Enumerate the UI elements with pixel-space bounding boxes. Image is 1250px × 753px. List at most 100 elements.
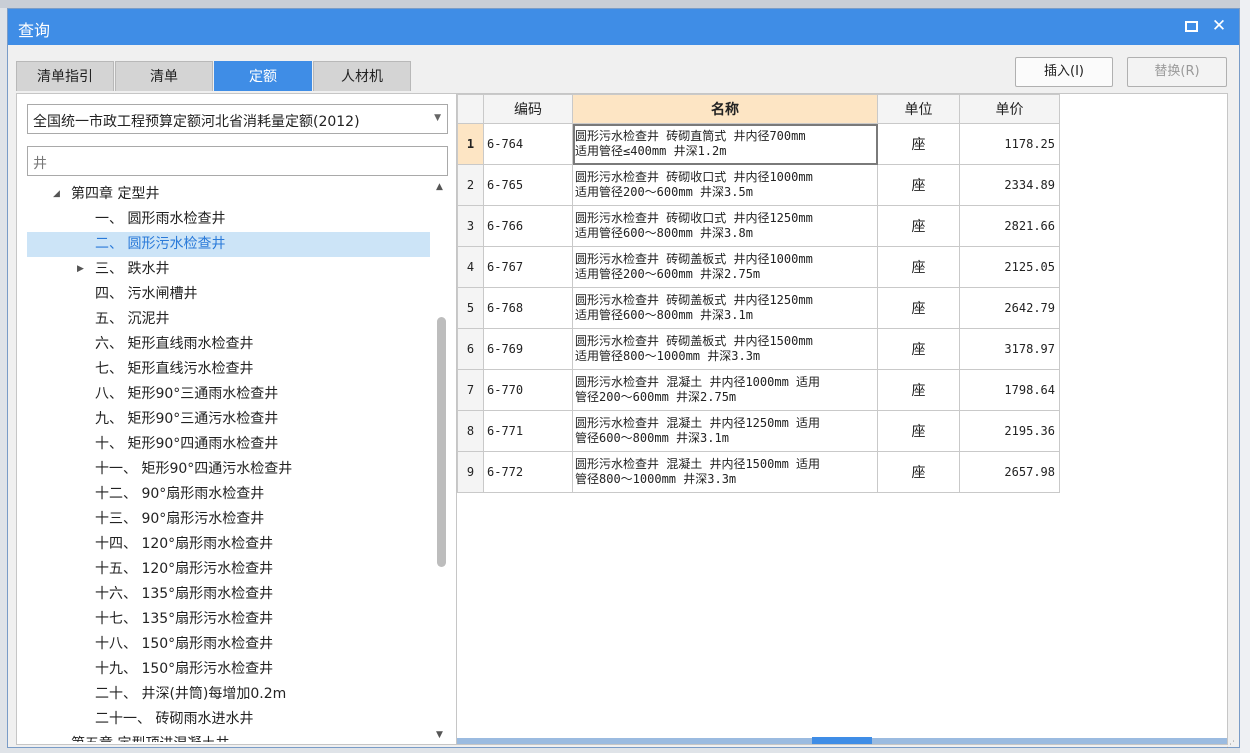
header-price[interactable]: 单价 — [959, 94, 1060, 124]
tree-item[interactable]: 二十、 井深(井筒)每增加0.2m — [27, 682, 430, 707]
header-name[interactable]: 名称 — [572, 94, 878, 124]
cell-price[interactable]: 2195.36 — [959, 410, 1060, 452]
tree-item[interactable]: 九、 矩形90°三通污水检查井 — [27, 407, 430, 432]
tree-item[interactable]: 四、 污水闸槽井 — [27, 282, 430, 307]
cell-name[interactable]: 圆形污水检查井 砖砌收口式 井内径1000mm 适用管径200～600mm 井深3… — [572, 164, 878, 206]
cell-price[interactable]: 2821.66 — [959, 205, 1060, 247]
cell-unit[interactable]: 座 — [877, 164, 960, 206]
tab-quota[interactable]: 定额 — [214, 61, 312, 91]
cell-unit[interactable]: 座 — [877, 123, 960, 165]
cell-name[interactable]: 圆形污水检查井 混凝土 井内径1000mm 适用 管径200～600mm 井深2.… — [572, 369, 878, 411]
resize-grip-icon[interactable]: ⋰ — [1226, 740, 1236, 750]
grid-horizontal-bar[interactable] — [457, 737, 1227, 744]
cell-price[interactable]: 2642.79 — [959, 287, 1060, 329]
table-row[interactable]: 1 6-764 圆形污水检查井 砖砌直筒式 井内径700mm 适用管径≤400mm 井… — [457, 123, 1060, 165]
cell-name[interactable]: 圆形污水检查井 砖砌直筒式 井内径700mm 适用管径≤400mm 井深1.2m — [572, 123, 878, 165]
cell-code[interactable]: 6-764 — [483, 123, 573, 165]
tree-item[interactable]: 十九、 150°扇形污水检查井 — [27, 657, 430, 682]
replace-button[interactable]: 替换(R) — [1127, 57, 1227, 87]
cell-code[interactable]: 6-765 — [483, 164, 573, 206]
tree-item[interactable]: ◢ 第四章 定型井 — [27, 182, 430, 207]
cell-unit[interactable]: 座 — [877, 287, 960, 329]
tree-item[interactable]: 八、 矩形90°三通雨水检查井 — [27, 382, 430, 407]
table-row[interactable]: 8 6-771 圆形污水检查井 混凝土 井内径1250mm 适用 管径600～800m… — [457, 410, 1060, 452]
tree-item[interactable]: 五、 沉泥井 — [27, 307, 430, 332]
cell-name[interactable]: 圆形污水检查井 混凝土 井内径1500mm 适用 管径800～1000mm 井深3… — [572, 451, 878, 493]
cell-code[interactable]: 6-770 — [483, 369, 573, 411]
chevron-down-icon[interactable]: ▼ — [434, 113, 441, 123]
library-select[interactable]: 全国统一市政工程预算定额河北省消耗量定额(2012) ▼ — [27, 104, 448, 134]
tree-item[interactable]: ▶ 三、 跌水井 — [27, 257, 430, 282]
table-row[interactable]: 5 6-768 圆形污水检查井 砖砌盖板式 井内径1250mm 适用管径600～800… — [457, 287, 1060, 329]
triangle-down-icon[interactable]: ◢ — [53, 182, 60, 207]
row-index[interactable]: 4 — [457, 246, 484, 288]
row-index[interactable]: 1 — [457, 123, 484, 165]
cell-name[interactable]: 圆形污水检查井 砖砌收口式 井内径1250mm 适用管径600～800mm 井深3… — [572, 205, 878, 247]
tree-item[interactable]: 十八、 150°扇形雨水检查井 — [27, 632, 430, 657]
cell-name[interactable]: 圆形污水检查井 砖砌盖板式 井内径1000mm 适用管径200～600mm 井深2… — [572, 246, 878, 288]
maximize-icon[interactable] — [1180, 15, 1202, 37]
tree-item[interactable]: 一、 圆形雨水检查井 — [27, 207, 430, 232]
cell-code[interactable]: 6-769 — [483, 328, 573, 370]
table-row[interactable]: 3 6-766 圆形污水检查井 砖砌收口式 井内径1250mm 适用管径600～800… — [457, 205, 1060, 247]
tree-item[interactable]: 十五、 120°扇形污水检查井 — [27, 557, 430, 582]
cell-code[interactable]: 6-768 — [483, 287, 573, 329]
row-index[interactable]: 3 — [457, 205, 484, 247]
cell-unit[interactable]: 座 — [877, 410, 960, 452]
row-index[interactable]: 5 — [457, 287, 484, 329]
cell-price[interactable]: 3178.97 — [959, 328, 1060, 370]
search-input[interactable]: 井 — [27, 146, 448, 176]
tree-item[interactable]: 十二、 90°扇形雨水检查井 — [27, 482, 430, 507]
row-index[interactable]: 7 — [457, 369, 484, 411]
cell-price[interactable]: 1798.64 — [959, 369, 1060, 411]
insert-button[interactable]: 插入(I) — [1015, 57, 1113, 87]
tree-item[interactable]: 十七、 135°扇形污水检查井 — [27, 607, 430, 632]
table-row[interactable]: 2 6-765 圆形污水检查井 砖砌收口式 井内径1000mm 适用管径200～600… — [457, 164, 1060, 206]
tree-item[interactable]: 十三、 90°扇形污水检查井 — [27, 507, 430, 532]
header-unit[interactable]: 单位 — [877, 94, 960, 124]
table-row[interactable]: 6 6-769 圆形污水检查井 砖砌盖板式 井内径1500mm 适用管径800～100… — [457, 328, 1060, 370]
cell-code[interactable]: 6-766 — [483, 205, 573, 247]
tree-item[interactable]: 第五章 定型顶进混凝土井 — [27, 732, 430, 742]
row-index[interactable]: 2 — [457, 164, 484, 206]
row-index[interactable]: 6 — [457, 328, 484, 370]
cell-name[interactable]: 圆形污水检查井 砖砌盖板式 井内径1500mm 适用管径800～1000mm 井深… — [572, 328, 878, 370]
header-code[interactable]: 编码 — [483, 94, 573, 124]
cell-code[interactable]: 6-767 — [483, 246, 573, 288]
tree-item[interactable]: 十四、 120°扇形雨水检查井 — [27, 532, 430, 557]
table-row[interactable]: 4 6-767 圆形污水检查井 砖砌盖板式 井内径1000mm 适用管径200～600… — [457, 246, 1060, 288]
tab-bill-guide[interactable]: 清单指引 — [16, 61, 114, 91]
row-index[interactable]: 9 — [457, 451, 484, 493]
cell-unit[interactable]: 座 — [877, 246, 960, 288]
cell-unit[interactable]: 座 — [877, 328, 960, 370]
scroll-up-icon[interactable]: ▲ — [436, 182, 443, 192]
tree-scrollbar[interactable]: ▲ ▼ — [434, 182, 448, 742]
tree-item[interactable]: 十六、 135°扇形雨水检查井 — [27, 582, 430, 607]
tab-materials[interactable]: 人材机 — [313, 61, 411, 91]
cell-unit[interactable]: 座 — [877, 205, 960, 247]
tree-item[interactable]: 六、 矩形直线雨水检查井 — [27, 332, 430, 357]
cell-price[interactable]: 2657.98 — [959, 451, 1060, 493]
title-bar[interactable]: 查询 ✕ — [8, 9, 1239, 45]
cell-code[interactable]: 6-771 — [483, 410, 573, 452]
close-icon[interactable]: ✕ — [1208, 15, 1230, 37]
triangle-right-icon[interactable]: ▶ — [77, 257, 84, 282]
splitter-grip[interactable] — [812, 737, 872, 744]
cell-price[interactable]: 2334.89 — [959, 164, 1060, 206]
cell-price[interactable]: 2125.05 — [959, 246, 1060, 288]
cell-name[interactable]: 圆形污水检查井 砖砌盖板式 井内径1250mm 适用管径600～800mm 井深3… — [572, 287, 878, 329]
tree-item[interactable]: 十一、 矩形90°四通污水检查井 — [27, 457, 430, 482]
row-index[interactable]: 8 — [457, 410, 484, 452]
cell-unit[interactable]: 座 — [877, 369, 960, 411]
tab-bill[interactable]: 清单 — [115, 61, 213, 91]
cell-price[interactable]: 1178.25 — [959, 123, 1060, 165]
cell-unit[interactable]: 座 — [877, 451, 960, 493]
tree-item[interactable]: 二、 圆形污水检查井 — [27, 232, 430, 257]
cell-name[interactable]: 圆形污水检查井 混凝土 井内径1250mm 适用 管径600～800mm 井深3.… — [572, 410, 878, 452]
table-row[interactable]: 7 6-770 圆形污水检查井 混凝土 井内径1000mm 适用 管径200～600m… — [457, 369, 1060, 411]
table-row[interactable]: 9 6-772 圆形污水检查井 混凝土 井内径1500mm 适用 管径800～1000… — [457, 451, 1060, 493]
cell-code[interactable]: 6-772 — [483, 451, 573, 493]
tree-item[interactable]: 二十一、 砖砌雨水进水井 — [27, 707, 430, 732]
scrollbar-thumb[interactable] — [437, 317, 446, 567]
tree-item[interactable]: 七、 矩形直线污水检查井 — [27, 357, 430, 382]
